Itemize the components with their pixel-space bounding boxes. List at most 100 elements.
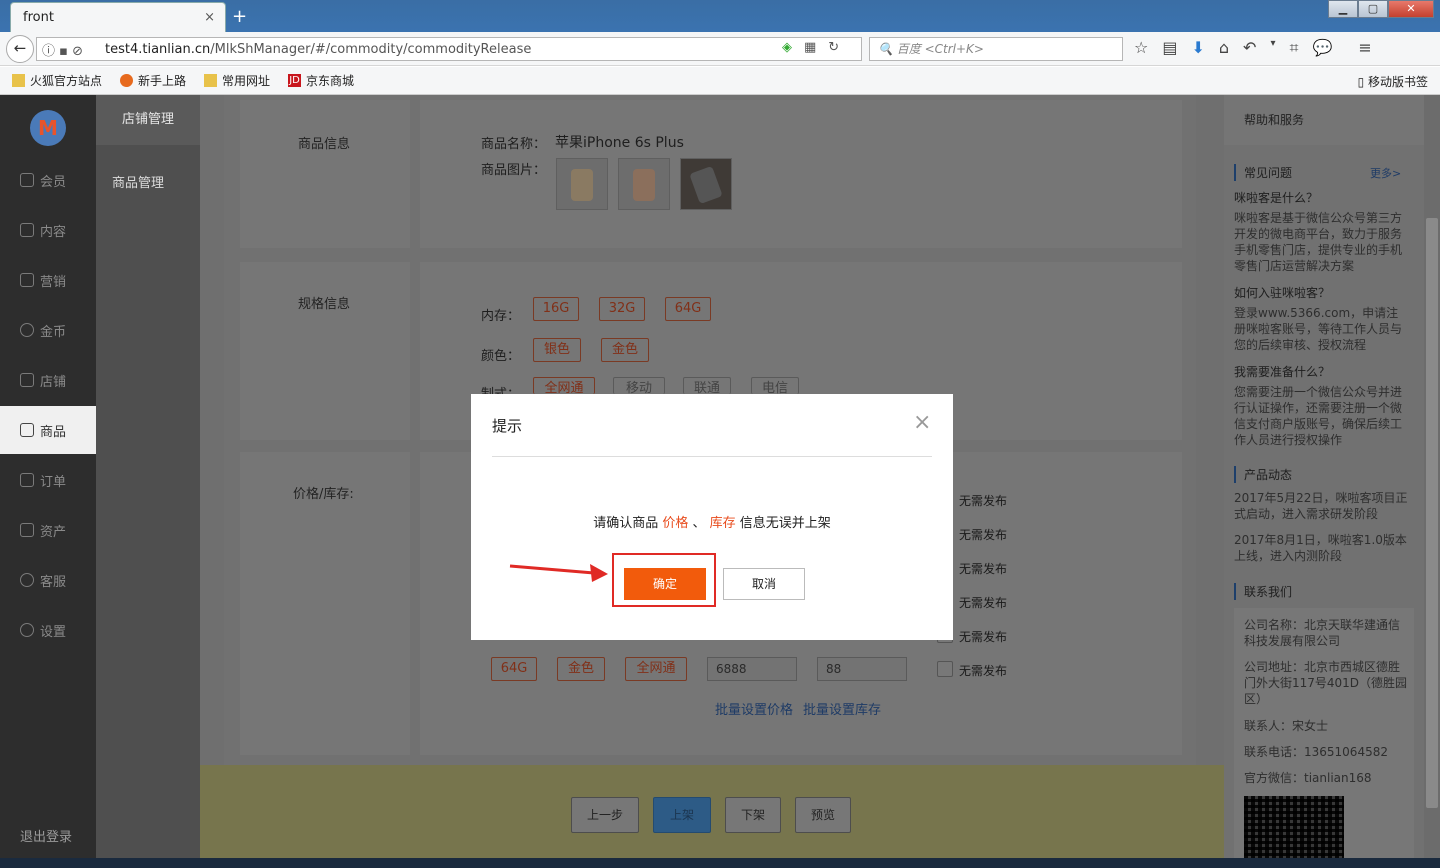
dialog-divider <box>492 456 932 457</box>
memory-option-16g[interactable]: 16G <box>533 297 579 321</box>
minimize-icon[interactable]: ▁ <box>1328 0 1358 18</box>
folder-icon <box>204 74 218 87</box>
no-publish-checkbox[interactable] <box>937 661 953 677</box>
bookmark-common-sites[interactable]: 常用网址 <box>204 72 270 89</box>
reading-list-icon[interactable]: ▤ <box>1162 38 1177 58</box>
faq-answer-2: 登录www.5366.com，申请注册咪啦客账号，等待工作人员与您的后续审核、授… <box>1234 306 1403 352</box>
row-color-tag: 金色 <box>557 657 605 681</box>
dropdown-icon[interactable]: ▾ <box>1270 38 1275 58</box>
maximize-icon[interactable]: ▢ <box>1358 0 1388 18</box>
sidebar-item-products[interactable]: 商品 <box>0 406 96 454</box>
product-image-3[interactable] <box>680 158 732 210</box>
color-option-silver[interactable]: 银色 <box>533 338 581 362</box>
spec-label-bg <box>240 262 410 440</box>
sidebar-item-label: 客服 <box>40 574 67 590</box>
jd-icon: JD <box>288 74 302 87</box>
sidebar-item-store[interactable]: 店铺 <box>0 356 96 404</box>
menu-icon[interactable]: ≡ <box>1358 38 1371 58</box>
row-network-tag: 全网通 <box>625 657 687 681</box>
contact-title: 联系我们 <box>1234 583 1292 600</box>
dialog-close-icon[interactable]: × <box>913 410 931 435</box>
faq-question-3[interactable]: 我需要准备什么？ <box>1234 363 1330 380</box>
qr-icon[interactable]: ▦ <box>804 40 816 55</box>
confirm-ok-button[interactable]: 确定 <box>624 568 706 600</box>
faq-question-2[interactable]: 如何入驻咪啦客？ <box>1234 284 1330 301</box>
price-stock-label: 价格/库存: <box>293 487 354 502</box>
publish-button[interactable]: 上架 <box>653 797 711 833</box>
back-button[interactable]: ← <box>6 35 34 63</box>
mobile-bookmarks-label: 移动版书签 <box>1367 75 1428 89</box>
reload-icon[interactable]: ↻ <box>828 40 839 55</box>
tab-close-icon[interactable]: × <box>204 10 215 25</box>
network-option-telecom[interactable]: 电信 <box>751 377 799 394</box>
url-bar-icons: ◈ ▦ ↻ <box>782 40 839 55</box>
chat-icon[interactable]: 💬 <box>1312 38 1332 58</box>
sidebar-item-content[interactable]: 内容 <box>0 206 96 254</box>
tab-title: front <box>23 10 54 25</box>
chat-bubble-icon <box>20 573 34 587</box>
home-icon[interactable]: ⌂ <box>1219 38 1229 58</box>
product-image-1[interactable] <box>556 158 608 210</box>
company-name: 公司名称：北京天联华建通信科技发展有限公司 <box>1244 618 1401 648</box>
stock-input[interactable]: 88 <box>817 657 907 681</box>
bookmark-getting-started[interactable]: 新手上路 <box>120 72 186 89</box>
no-publish-label: 无需发布 <box>959 664 1008 678</box>
help-header: 帮助和服务 <box>1224 95 1424 145</box>
dialog-title: 提示 <box>492 417 523 435</box>
product-name-value: 苹果iPhone 6s Plus <box>555 135 684 151</box>
network-option-all[interactable]: 全网通 <box>533 377 595 394</box>
color-option-gold[interactable]: 金色 <box>601 338 649 362</box>
sidebar-item-label: 订单 <box>40 474 67 490</box>
sidebar-item-settings[interactable]: 设置 <box>0 606 96 654</box>
memory-option-32g[interactable]: 32G <box>599 297 645 321</box>
site-info-icon[interactable]: ⓘ ▪ ⊘ <box>42 40 83 59</box>
bookmark-jd[interactable]: JD 京东商城 <box>288 72 354 89</box>
search-placeholder: 百度 <Ctrl+K> <box>896 42 984 56</box>
bookmark-firefox-site[interactable]: 火狐官方站点 <box>12 72 102 89</box>
gear-icon <box>20 623 34 637</box>
sub-nav-item-product-management[interactable]: 商品管理 <box>112 172 164 191</box>
color-label: 颜色： <box>481 349 521 364</box>
window-close-icon[interactable]: ✕ <box>1388 0 1434 18</box>
prev-step-button[interactable]: 上一步 <box>571 797 639 833</box>
sidebar-item-service[interactable]: 客服 <box>0 556 96 604</box>
batch-stock-link[interactable]: 批量设置库存 <box>803 699 881 718</box>
more-link[interactable]: 更多> <box>1370 165 1401 181</box>
sidebar-item-label: 会员 <box>40 174 67 190</box>
unpublish-button[interactable]: 下架 <box>725 797 781 833</box>
bookmark-label: 火狐官方站点 <box>30 74 103 88</box>
mobile-bookmarks[interactable]: ▯ 移动版书签 <box>1358 73 1428 90</box>
undo-icon[interactable]: ↶ <box>1243 38 1256 58</box>
browser-tab[interactable]: front × <box>10 2 226 32</box>
price-input[interactable]: 6888 <box>707 657 797 681</box>
sidebar-item-orders[interactable]: 订单 <box>0 456 96 504</box>
wallet-icon <box>20 523 34 537</box>
preview-button[interactable]: 预览 <box>795 797 851 833</box>
network-option-unicom[interactable]: 联通 <box>683 377 731 394</box>
bookmark-label: 京东商城 <box>306 74 355 88</box>
sidebar-item-coins[interactable]: 金币 <box>0 306 96 354</box>
scrollbar-thumb[interactable] <box>1426 218 1438 808</box>
sidebar-item-label: 设置 <box>40 624 67 640</box>
crop-icon[interactable]: ⌗ <box>1289 38 1298 58</box>
star-icon[interactable]: ☆ <box>1134 38 1148 58</box>
network-option-mobile[interactable]: 移动 <box>613 377 665 394</box>
url-bar[interactable]: test4.tianlian.cn/MlkShManager/#/commodi… <box>36 37 862 61</box>
logout-button[interactable]: 退出登录 <box>20 826 72 845</box>
sidebar-item-assets[interactable]: 资产 <box>0 506 96 554</box>
product-image-2[interactable] <box>618 158 670 210</box>
new-tab-button[interactable]: + <box>232 6 247 27</box>
sub-nav-header: 店铺管理 <box>96 95 200 145</box>
sidebar-item-member[interactable]: 会员 <box>0 156 96 204</box>
toolbar-icons: ☆ ▤ ⬇ ⌂ ↶ ▾ ⌗ 💬 ≡ <box>1134 38 1372 58</box>
sidebar-item-marketing[interactable]: 营销 <box>0 256 96 304</box>
sidebar-item-label: 资产 <box>40 524 67 540</box>
search-input[interactable]: 🔍 百度 <Ctrl+K> <box>869 37 1123 61</box>
faq-question-1[interactable]: 咪啦客是什么？ <box>1234 189 1318 206</box>
batch-price-link[interactable]: 批量设置价格 <box>715 699 793 718</box>
confirm-cancel-button[interactable]: 取消 <box>723 568 805 600</box>
shield-icon[interactable]: ◈ <box>782 40 792 55</box>
memory-option-64g[interactable]: 64G <box>665 297 711 321</box>
download-icon[interactable]: ⬇ <box>1191 38 1204 58</box>
sidebar-item-label: 店铺 <box>40 374 67 390</box>
